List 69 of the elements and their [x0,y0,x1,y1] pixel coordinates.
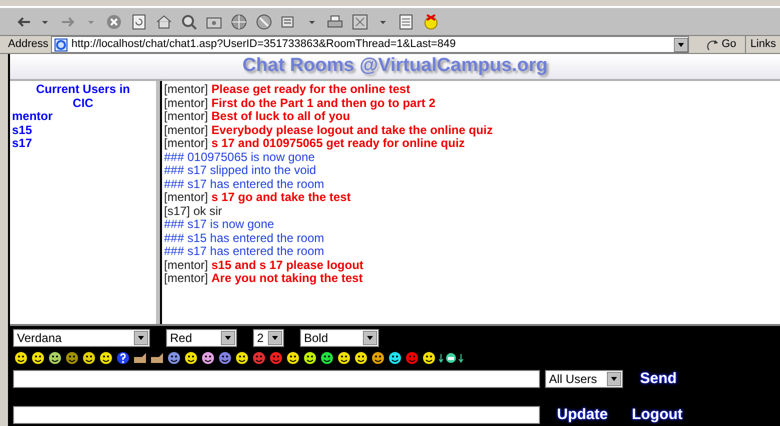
smiley-icon[interactable] [184,351,198,365]
chat-message: [mentor] s15 and s 17 please logout [164,258,364,272]
smiley-icon[interactable] [14,351,28,365]
smiley-icon[interactable] [99,351,113,365]
chat-message: [s17] ok sir [164,204,224,218]
page-icon[interactable] [54,38,68,52]
smiley-icon[interactable] [48,351,62,365]
smiley-icon[interactable] [371,351,385,365]
dropdown-icon[interactable] [221,331,235,345]
size-select[interactable]: 2 [253,329,284,347]
stop-icon[interactable] [106,14,122,30]
smiley-icon[interactable] [303,351,317,365]
address-field[interactable]: http://localhost/chat/chat1.asp?UserID=351733863&RoomThread=1&Last=849 [51,36,689,53]
chat-message: ### s15 has entered the room [164,232,326,245]
smiley-icon[interactable] [235,351,249,365]
update-button[interactable]: Update [557,404,608,426]
links-button[interactable]: Links [745,36,780,53]
smiley-icon[interactable] [82,351,96,365]
chat-message: [mentor] s 17 and 010975065 get ready for online quiz [164,137,466,150]
print-icon[interactable] [327,14,343,30]
smiley-icon[interactable] [388,351,402,365]
smiley-icon[interactable] [354,351,368,365]
dropdown-icon[interactable] [607,372,621,386]
smiley-icon[interactable] [167,351,181,365]
font-select[interactable]: Verdana [13,329,150,347]
user-name[interactable]: mentor [10,110,156,124]
emoticon-drawing[interactable] [439,351,464,365]
question-icon[interactable] [116,351,130,365]
dropdown-icon[interactable] [134,331,148,345]
color-select[interactable]: Red [166,329,237,347]
text-field[interactable] [13,406,540,424]
smiley-icon[interactable] [337,351,351,365]
smiley-icon[interactable] [31,351,45,365]
dropdown-icon[interactable] [363,331,377,345]
smiley-icon[interactable] [286,351,300,365]
smiley-icon[interactable] [422,351,436,365]
chat-message: ### s17 slipped into the void [164,164,318,178]
smiley-icon[interactable] [201,351,215,365]
arrow-icon[interactable] [706,38,720,52]
go-button[interactable]: Go [700,36,742,53]
dropdown-icon[interactable] [674,38,688,52]
banner-title: Chat Rooms @VirtualCampus.org [242,54,548,78]
user-name[interactable]: s15 [10,124,156,137]
chat-message: ### 010975065 is now gone [164,150,316,164]
dropdown-icon[interactable] [268,331,282,345]
document-icon[interactable] [398,14,414,30]
smiley-icon[interactable] [218,351,232,365]
chat-message: [mentor] s 17 go and take the test [164,191,352,204]
chat-message: [mentor] Are you not taking the test [164,272,363,286]
refresh-icon[interactable] [131,14,147,30]
smiley-icon[interactable] [320,351,334,365]
chat-message: [mentor] Please get ready for the online test [164,83,412,96]
user-name[interactable]: s17 [10,137,156,150]
chat-message: [mentor] Everybody please logout and take the online quiz [164,124,494,137]
chat-message: [mentor] First do the Part 1 and then go to part 2 [164,96,436,110]
logout-button[interactable]: Logout [632,404,683,426]
users-heading: Current Users in CIC [34,83,132,110]
chat-message: ### s17 has entered the room [164,245,326,258]
chat-message: ### s17 is now gone [164,218,276,232]
send-button[interactable]: Send [640,368,677,390]
smiley-icon[interactable] [65,351,79,365]
search-icon[interactable] [181,14,197,30]
recipient-select[interactable]: All Users [545,370,623,388]
message-input[interactable] [13,370,540,388]
home-icon[interactable] [156,14,172,30]
chat-message: [mentor] Best of luck to all of you [164,110,352,124]
address-label: Address [8,37,48,52]
style-select[interactable]: Bold [300,329,379,347]
chat-message: ### s17 has entered the room [164,178,326,191]
